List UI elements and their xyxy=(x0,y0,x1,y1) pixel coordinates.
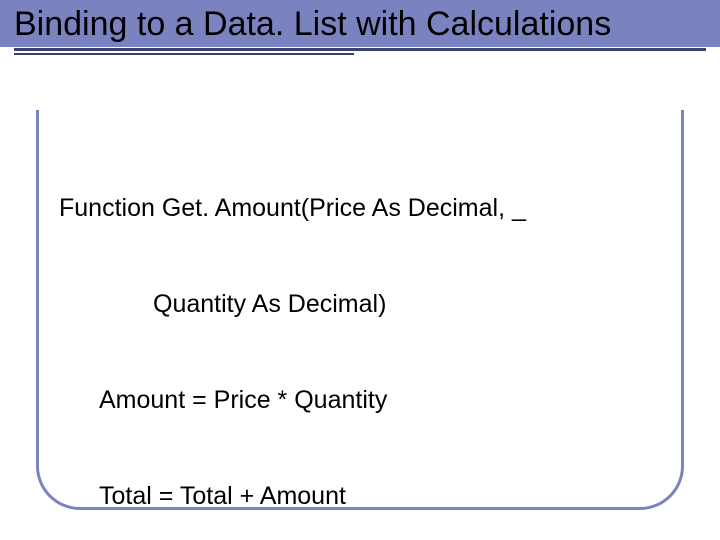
code-line: Amount = Price * Quantity xyxy=(59,384,661,416)
code-block: Function Get. Amount(Price As Decimal, _… xyxy=(59,128,661,540)
code-line: Total = Total + Amount xyxy=(59,480,661,512)
slide-title: Binding to a Data. List with Calculation… xyxy=(14,4,706,45)
content-box: Function Get. Amount(Price As Decimal, _… xyxy=(36,110,684,510)
title-underline-long xyxy=(14,48,706,51)
code-line: Function Get. Amount(Price As Decimal, _ xyxy=(59,192,661,224)
slide-header: Binding to a Data. List with Calculation… xyxy=(0,0,720,47)
title-underline-short xyxy=(14,53,354,55)
code-line: Quantity As Decimal) xyxy=(59,288,661,320)
